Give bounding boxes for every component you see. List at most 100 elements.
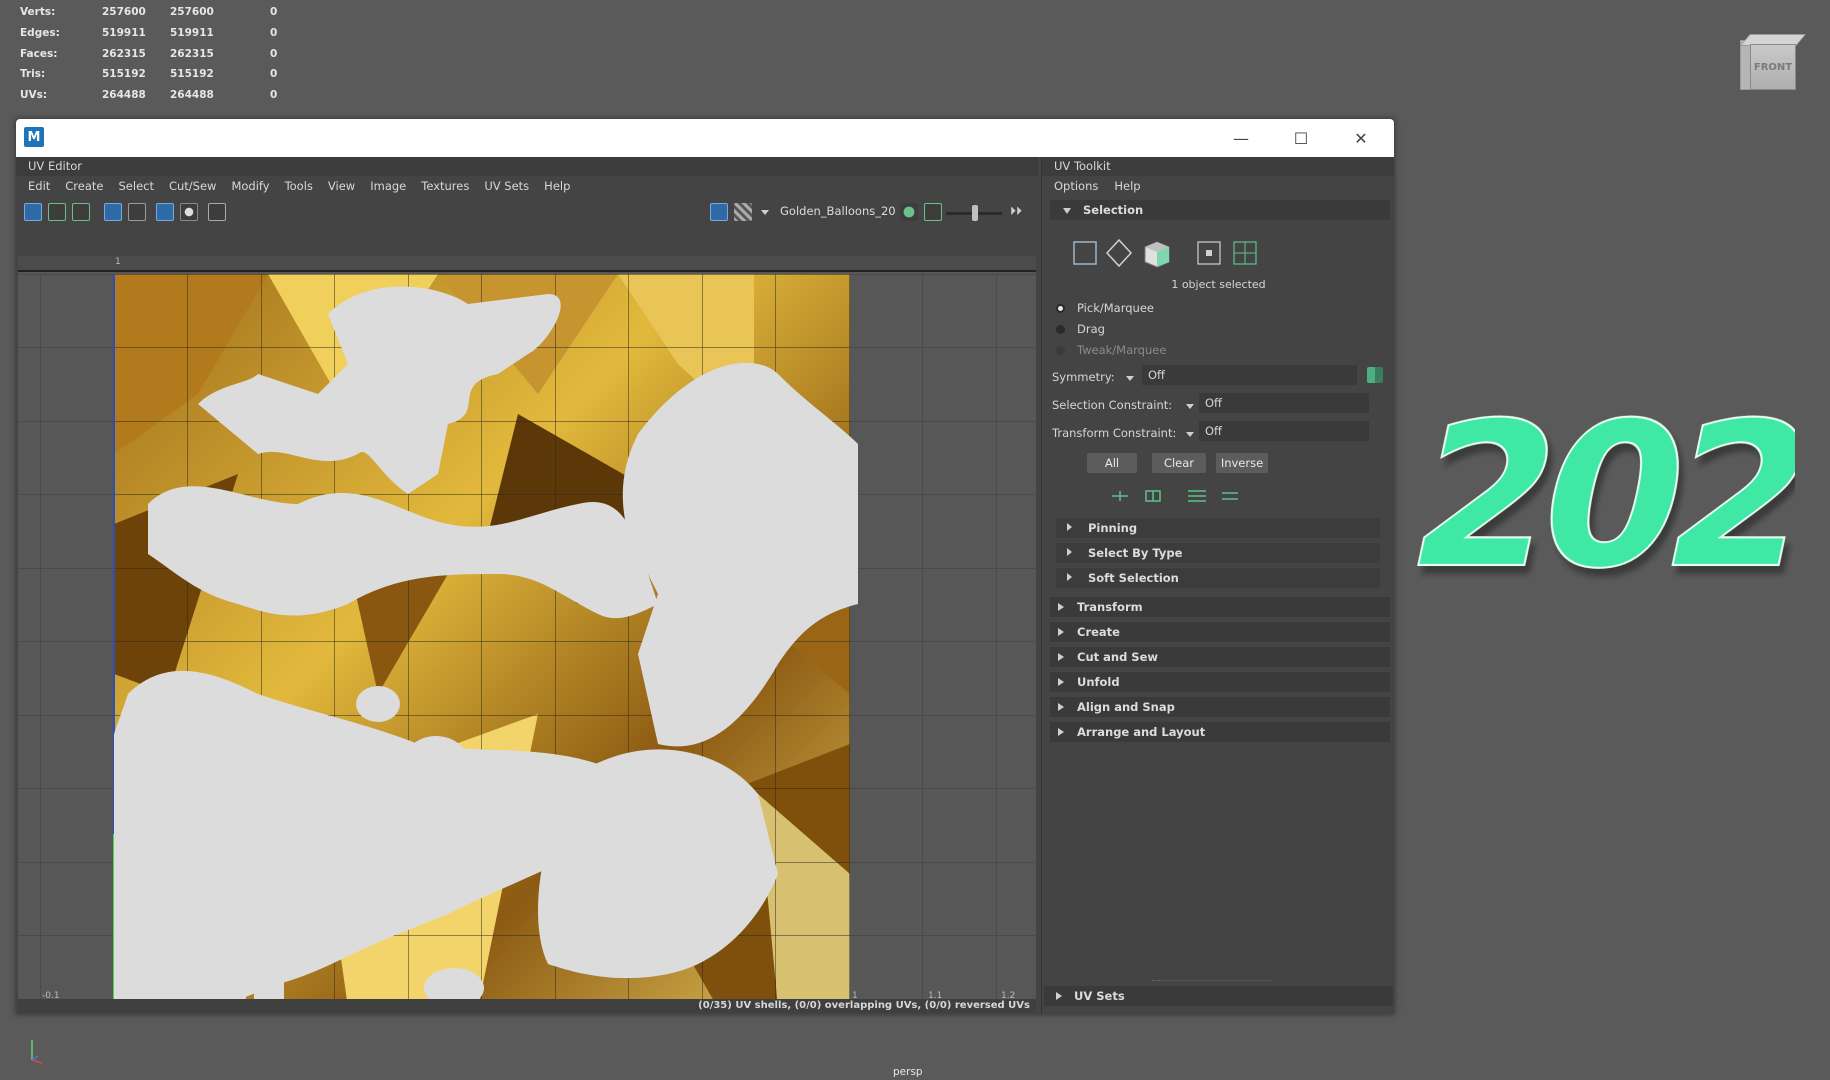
grow-selection-icon[interactable] [1112, 491, 1128, 501]
select-border-icon[interactable] [1188, 490, 1206, 502]
uv-grid: -0.1 1 1.1 1.2 [18, 274, 1036, 1002]
close-button[interactable]: ✕ [1333, 119, 1389, 157]
menu-image[interactable]: Image [370, 179, 406, 193]
maya-logo-icon: M [24, 127, 44, 147]
subsection-label: Soft Selection [1088, 571, 1179, 585]
transform-constraint-dropdown-icon[interactable] [1186, 432, 1194, 437]
selection-constraint-dropdown-icon[interactable] [1186, 404, 1194, 409]
section-label: UV Sets [1074, 989, 1125, 1003]
section-label: Align and Snap [1077, 700, 1175, 714]
snapshot-icon[interactable] [208, 203, 226, 221]
radio-pick-marquee[interactable]: Pick/Marquee [1056, 301, 1154, 315]
subsection-select-by-type[interactable]: Select By Type [1056, 543, 1380, 563]
expand-icon [1058, 728, 1064, 736]
hud-value: 257600 [170, 6, 214, 19]
checker-dropdown-icon[interactable] [761, 210, 769, 215]
menu-textures[interactable]: Textures [421, 179, 469, 193]
menu-uv-sets[interactable]: UV Sets [484, 179, 529, 193]
menu-edit[interactable]: Edit [28, 179, 50, 193]
view-cube[interactable]: FRONT [1738, 32, 1807, 94]
section-transform[interactable]: Transform [1050, 597, 1390, 617]
transform-constraint-field[interactable]: Off [1199, 421, 1369, 441]
exposure-slider-handle[interactable] [972, 205, 978, 221]
symmetry-field[interactable]: Off [1142, 365, 1357, 385]
checker-grid-icon[interactable] [156, 203, 174, 221]
isolate-icon[interactable] [180, 203, 198, 221]
section-label: Transform [1077, 600, 1143, 614]
radio-tweak-marquee[interactable]: Tweak/Marquee [1056, 343, 1166, 357]
section-uv-sets[interactable]: UV Sets [1044, 986, 1393, 1006]
uv-image-icon[interactable] [72, 203, 90, 221]
menu-cut-sew[interactable]: Cut/Sew [169, 179, 216, 193]
menu-select[interactable]: Select [119, 179, 154, 193]
image-adjust-icon[interactable] [924, 203, 942, 221]
checker-icon[interactable] [734, 203, 752, 221]
hud-label: Faces: [20, 47, 58, 60]
wireframe-icon[interactable] [104, 203, 122, 221]
menu-tools[interactable]: Tools [285, 179, 313, 193]
menu-view[interactable]: View [328, 179, 355, 193]
texture-sync-icon[interactable] [900, 203, 918, 221]
uv-canvas[interactable]: 1 -0.1 1 1.1 1.2 (0/35) UV shells, (0/0)… [18, 256, 1036, 1013]
display-image-icon[interactable] [710, 203, 728, 221]
toolkit-menubar: Options Help [1042, 176, 1394, 196]
uv-shell-icon[interactable] [24, 203, 42, 221]
view-cube-front[interactable]: FRONT [1750, 44, 1796, 90]
camera-label: persp [893, 1066, 923, 1078]
section-align-and-snap[interactable]: Align and Snap [1050, 697, 1390, 717]
menu-help[interactable]: Help [1114, 179, 1140, 193]
subsection-pinning[interactable]: Pinning [1056, 518, 1380, 538]
section-create[interactable]: Create [1050, 622, 1390, 642]
uv-tile-icon[interactable] [48, 203, 66, 221]
grid-toggle-icon[interactable] [128, 203, 146, 221]
subsection-soft-selection[interactable]: Soft Selection [1056, 568, 1380, 588]
minimize-button[interactable]: — [1213, 119, 1269, 157]
expand-icon [1058, 653, 1064, 661]
window-titlebar[interactable]: M — ☐ ✕ [16, 119, 1394, 157]
hud-value: 0 [270, 47, 278, 60]
hud-value: 519911 [102, 27, 146, 40]
menu-options[interactable]: Options [1054, 179, 1098, 193]
selection-constraint-field[interactable]: Off [1199, 393, 1369, 413]
select-shortest-edge-icon[interactable] [1222, 492, 1238, 500]
hud-label: UVs: [20, 89, 48, 102]
expand-icon [1067, 548, 1072, 556]
menu-modify[interactable]: Modify [231, 179, 269, 193]
select-all-button[interactable]: All [1087, 453, 1137, 473]
radio-drag[interactable]: Drag [1056, 322, 1105, 336]
hud-row-faces: Faces: 262315 262315 0 [20, 43, 290, 64]
panel-title: UV Editor [16, 157, 1038, 176]
radio-label: Pick/Marquee [1077, 301, 1154, 315]
menu-help[interactable]: Help [544, 179, 570, 193]
toolbar-overflow-icon[interactable]: ⏵⏵ [1010, 204, 1022, 219]
menu-create[interactable]: Create [65, 179, 103, 193]
uv-editor-panel: UV Editor Edit Create Select Cut/Sew Mod… [16, 157, 1038, 1014]
hud-value: 264488 [102, 89, 146, 102]
hud-row-uvs: UVs: 264488 264488 0 [20, 85, 290, 106]
section-selection[interactable]: Selection [1050, 200, 1390, 220]
selection-constraint-label: Selection Constraint: [1052, 398, 1173, 412]
symmetry-axis-icon[interactable] [1367, 367, 1383, 383]
hud-value: 0 [270, 27, 278, 40]
symmetry-dropdown-icon[interactable] [1126, 376, 1134, 381]
section-unfold[interactable]: Unfold [1050, 672, 1390, 692]
object-mode-icon[interactable] [1073, 241, 1097, 265]
texture-name-field[interactable]: Golden_Balloons_202 [780, 204, 896, 218]
expand-icon [1058, 603, 1064, 611]
component-mode-icon[interactable] [1105, 238, 1133, 268]
radio-label: Tweak/Marquee [1077, 343, 1167, 357]
section-arrange-and-layout[interactable]: Arrange and Layout [1050, 722, 1390, 742]
maximize-button[interactable]: ☐ [1273, 119, 1329, 157]
shrink-selection-icon[interactable] [1145, 490, 1161, 502]
ruler-label: 1 [115, 257, 121, 267]
clear-selection-button[interactable]: Clear [1152, 453, 1206, 473]
uv-status-bar: (0/35) UV shells, (0/0) overlapping UVs,… [18, 999, 1036, 1013]
section-label: Cut and Sew [1077, 650, 1159, 664]
section-cut-and-sew[interactable]: Cut and Sew [1050, 647, 1390, 667]
transform-constraint-label: Transform Constraint: [1052, 426, 1177, 440]
model-2026[interactable]: 2026 [1405, 365, 1795, 595]
hud-row-edges: Edges: 519911 519911 0 [20, 23, 290, 44]
inverse-selection-button[interactable]: Inverse [1216, 453, 1268, 473]
uv-editor-menubar: Edit Create Select Cut/Sew Modify Tools … [16, 176, 1038, 196]
panel-splitter[interactable] [1152, 980, 1272, 981]
